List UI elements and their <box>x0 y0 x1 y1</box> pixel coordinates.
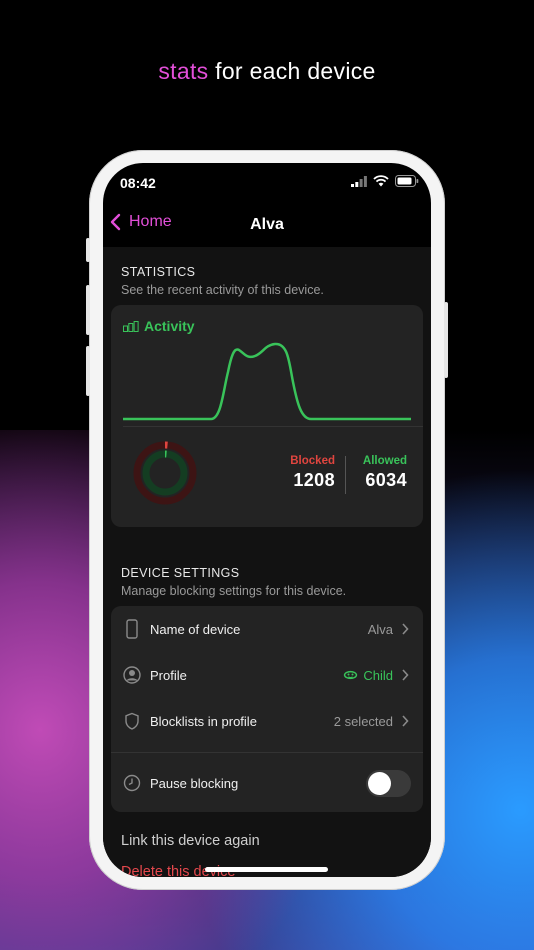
power-button <box>444 302 448 378</box>
nav-bar: Home Alva <box>103 203 431 247</box>
device-settings-card: Name of device Alva Profile Child Blockl… <box>111 606 423 812</box>
activity-chart <box>123 342 411 421</box>
home-indicator <box>205 867 328 872</box>
row-label: Pause blocking <box>150 775 239 791</box>
bar-chart-icon <box>123 320 139 332</box>
phone-screen: 08:42 Home Alva STATISTICS See the recen… <box>103 163 431 877</box>
allowed-stat: Allowed 6034 <box>363 455 407 491</box>
stat-separator <box>345 456 346 494</box>
allowed-value: 6034 <box>365 470 407 490</box>
statistics-subtitle: See the recent activity of this device. <box>121 283 324 297</box>
stats-divider <box>123 426 423 427</box>
headline-accent: stats <box>158 58 209 84</box>
pause-blocking-toggle[interactable] <box>366 769 411 797</box>
device-settings-subtitle: Manage blocking settings for this device… <box>121 584 347 598</box>
headline-rest: for each device <box>208 58 376 84</box>
device-settings-title: DEVICE SETTINGS <box>121 566 240 580</box>
name-of-device-row[interactable]: Name of device Alva <box>111 606 423 652</box>
activity-line <box>123 342 411 421</box>
headline: stats for each device <box>0 58 534 85</box>
row-value: Child <box>363 667 393 683</box>
activity-ring <box>133 441 197 505</box>
profile-row[interactable]: Profile Child <box>111 652 423 698</box>
person-icon <box>123 665 141 685</box>
signal-icon <box>351 175 367 187</box>
pause-blocking-row: Pause blocking <box>111 760 423 806</box>
chevron-right-icon <box>402 669 409 681</box>
profile-value: Child <box>343 668 393 683</box>
volume-up-button <box>86 285 90 335</box>
chevron-right-icon <box>402 623 409 635</box>
row-value: 2 selected <box>333 713 393 729</box>
wifi-icon <box>373 175 389 187</box>
status-icons <box>351 175 419 187</box>
battery-icon <box>395 175 419 187</box>
toggle-knob <box>368 771 391 795</box>
blocklists-row[interactable]: Blocklists in profile 2 selected <box>111 698 423 744</box>
mute-switch <box>86 238 90 262</box>
activity-label: Activity <box>144 318 195 334</box>
row-value: Alva <box>367 621 393 637</box>
settings-divider <box>111 752 423 753</box>
status-bar: 08:42 <box>103 163 431 203</box>
clock-icon <box>123 773 141 793</box>
statistics-card: Activity Blocked 1208 Allowed 6034 <box>111 305 423 527</box>
blocked-value: 1208 <box>293 470 335 490</box>
volume-down-button <box>86 346 90 396</box>
blocked-label: Blocked <box>290 455 335 467</box>
status-time: 08:42 <box>120 175 156 191</box>
row-label: Profile <box>150 667 187 683</box>
chevron-right-icon <box>402 715 409 727</box>
shield-icon <box>123 711 141 731</box>
row-label: Blocklists in profile <box>150 713 257 729</box>
child-face-icon <box>344 670 358 680</box>
blocked-stat: Blocked 1208 <box>290 455 335 491</box>
nav-title: Alva <box>250 216 284 233</box>
link-device-again-button[interactable]: Link this device again <box>121 833 260 849</box>
row-label: Name of device <box>150 621 241 637</box>
phone-icon <box>123 619 141 639</box>
content: STATISTICS See the recent activity of th… <box>103 247 431 877</box>
statistics-title: STATISTICS <box>121 265 196 279</box>
activity-header: Activity <box>123 318 195 334</box>
allowed-label: Allowed <box>362 455 407 467</box>
